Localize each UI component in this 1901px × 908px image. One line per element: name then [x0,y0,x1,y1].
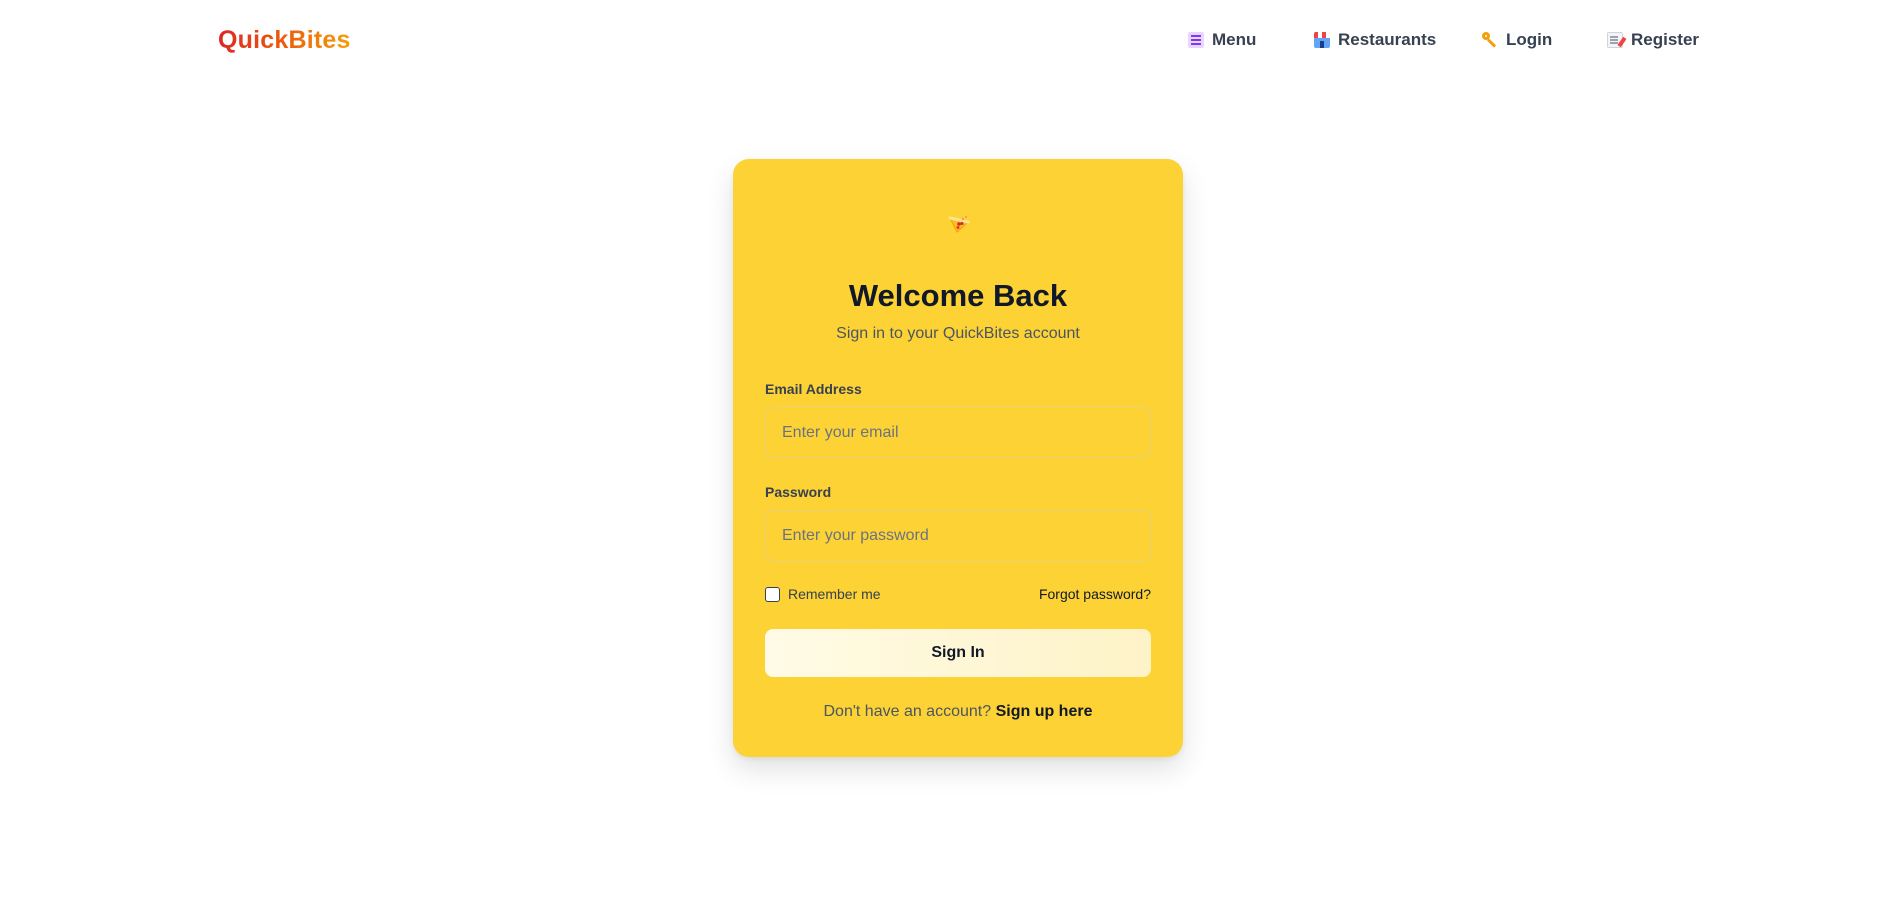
email-field[interactable] [765,407,1151,458]
nav-item-label: Login [1506,30,1553,49]
navbar: QuickBites Menu Restaurants Login Regist… [0,0,1901,84]
signup-link[interactable]: Sign up here [996,703,1093,720]
menu-icon [1188,32,1204,48]
nav-item-label: Menu [1212,30,1257,49]
nav-item-menu[interactable]: Menu [1188,30,1256,50]
password-field[interactable] [765,510,1151,561]
nav-item-login[interactable]: Login [1482,30,1552,50]
register-icon [1607,32,1623,48]
remember-me-checkbox[interactable] [765,586,780,602]
nav-links: Menu Restaurants Login Register [0,30,1901,54]
page-subtitle: Sign in to your QuickBites account [836,325,1080,342]
signup-prompt: Don't have an account? [823,703,992,720]
nav-item-label: Restaurants [1338,30,1437,49]
nav-item-restaurants[interactable]: Restaurants [1314,30,1436,50]
email-label: Email Address [765,381,862,397]
sign-in-button[interactable]: Sign In [765,629,1151,677]
pizza-icon [948,216,970,233]
password-label: Password [765,484,832,500]
nav-item-register[interactable]: Register [1607,30,1699,50]
remember-me: Remember me [765,586,881,602]
restaurant-icon [1314,32,1330,48]
signup-prompt-row: Don't have an account? Sign up here [733,703,1183,721]
login-card: Welcome Back Sign in to your QuickBites … [733,159,1183,757]
nav-item-label: Register [1631,30,1700,49]
key-icon [1482,32,1498,48]
forgot-password-link[interactable]: Forgot password? [1039,586,1151,602]
page-title: Welcome Back [848,278,1068,313]
remember-me-label[interactable]: Remember me [788,586,881,602]
